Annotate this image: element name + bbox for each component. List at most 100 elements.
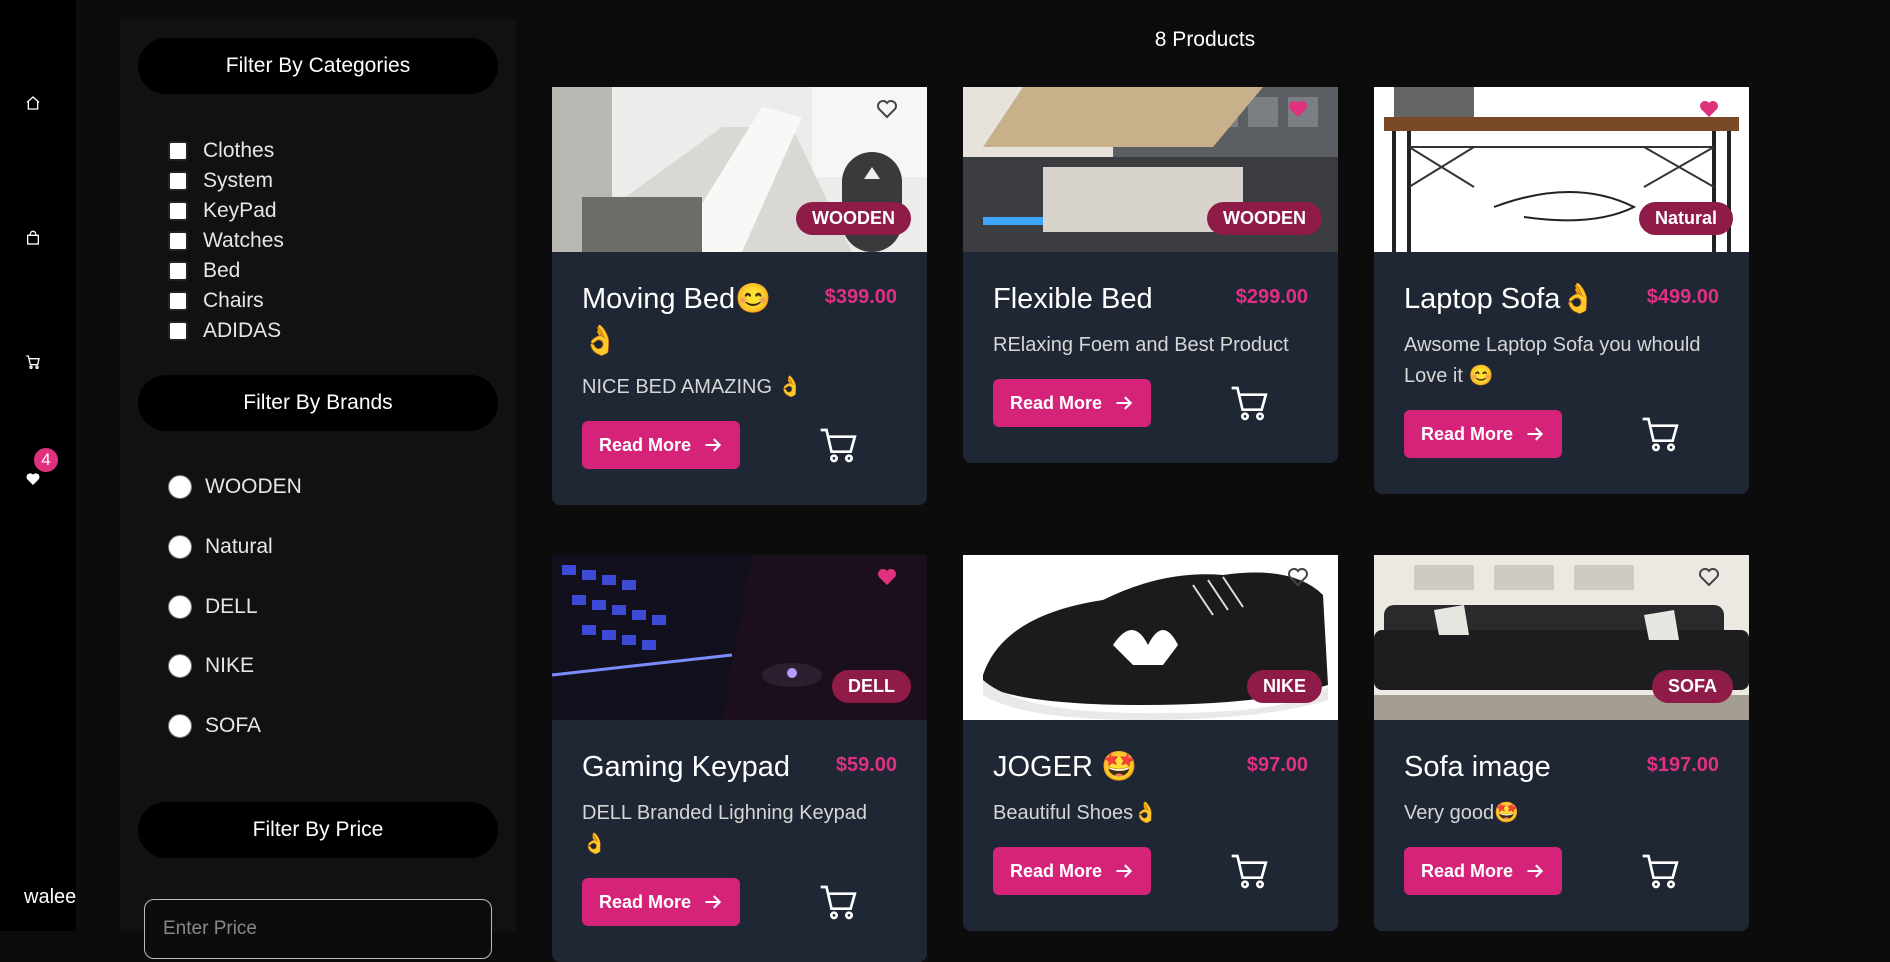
add-to-cart-icon[interactable]: [819, 425, 859, 465]
brand-radio-sofa[interactable]: SOFA: [168, 711, 261, 741]
category-label: System: [203, 169, 274, 192]
read-more-button[interactable]: Read More: [1404, 410, 1562, 458]
product-image[interactable]: NIKE: [963, 555, 1338, 720]
checkbox[interactable]: [168, 141, 188, 161]
product-card: WOODEN Flexible Bed $299.00 RElaxing Foe…: [963, 87, 1338, 463]
product-title: Moving Bed😊👌: [582, 283, 772, 357]
product-price: $197.00: [1646, 754, 1719, 776]
user-name[interactable]: waleed: [24, 886, 76, 909]
brand-label: SOFA: [205, 714, 262, 737]
category-checkbox-system[interactable]: System: [168, 166, 273, 196]
brand-tag: Natural: [1638, 202, 1733, 235]
product-image[interactable]: Natural: [1374, 87, 1749, 252]
brand-radio-natural[interactable]: Natural: [168, 532, 273, 562]
category-label: Bed: [203, 259, 241, 282]
cart-icon[interactable]: [22, 351, 44, 373]
product-title: Sofa image: [1404, 751, 1551, 783]
arrow-right-icon: [1116, 864, 1133, 878]
product-image[interactable]: WOODEN: [963, 87, 1338, 252]
read-more-button[interactable]: Read More: [582, 878, 740, 926]
category-label: Chairs: [203, 289, 264, 312]
read-more-button[interactable]: Read More: [1404, 847, 1562, 895]
category-checkbox-watches[interactable]: Watches: [168, 226, 284, 256]
arrow-right-icon: [1527, 427, 1544, 441]
checkbox[interactable]: [168, 321, 188, 341]
bag-icon[interactable]: [22, 227, 44, 249]
brand-radio-dell[interactable]: DELL: [168, 592, 258, 622]
category-checkbox-keypad[interactable]: KeyPad: [168, 196, 277, 226]
checkbox[interactable]: [168, 231, 188, 251]
checkbox[interactable]: [168, 291, 188, 311]
checkbox[interactable]: [168, 171, 188, 191]
checkbox[interactable]: [168, 261, 188, 281]
radio[interactable]: [168, 714, 192, 738]
brand-radio-nike[interactable]: NIKE: [168, 651, 254, 681]
filter-brands-title: Filter By Brands: [138, 375, 498, 431]
add-to-cart-icon[interactable]: [819, 882, 859, 922]
product-title: Flexible Bed: [993, 283, 1153, 315]
product-description: Beautiful Shoes👌: [993, 802, 1158, 824]
add-to-cart-icon[interactable]: [1641, 414, 1681, 454]
product-description: Awsome Laptop Sofa you whould Love it 😊: [1404, 334, 1701, 387]
add-to-cart-icon[interactable]: [1641, 851, 1681, 891]
filter-categories-title: Filter By Categories: [138, 38, 498, 94]
heart-icon[interactable]: [875, 97, 899, 121]
product-card: NIKE JOGER 🤩 $97.00 Beautiful Shoes👌 Rea…: [963, 555, 1338, 931]
category-label: Watches: [203, 229, 284, 252]
read-more-label: Read More: [598, 891, 692, 912]
side-rail: 4 waleed: [0, 0, 76, 931]
brand-label: DELL: [205, 595, 258, 618]
heart-icon[interactable]: [1697, 565, 1721, 589]
brand-label: Natural: [205, 535, 273, 558]
checkbox[interactable]: [168, 201, 188, 221]
arrow-right-icon: [1116, 396, 1133, 410]
product-price: $299.00: [1235, 286, 1308, 308]
heart-icon[interactable]: [1286, 565, 1310, 589]
arrow-right-icon: [1527, 864, 1544, 878]
product-price: $399.00: [824, 286, 897, 308]
product-title: JOGER 🤩: [993, 751, 1138, 783]
category-label: KeyPad: [203, 199, 277, 222]
product-price: $59.00: [835, 754, 897, 776]
filter-price-title: Filter By Price: [138, 802, 498, 858]
heart-icon[interactable]: [1286, 97, 1310, 121]
category-checkbox-bed[interactable]: Bed: [168, 256, 240, 286]
read-more-button[interactable]: Read More: [993, 847, 1151, 895]
read-more-label: Read More: [1420, 860, 1514, 881]
add-to-cart-icon[interactable]: [1230, 383, 1270, 423]
heart-icon[interactable]: [1697, 97, 1721, 121]
category-checkbox-adidas[interactable]: ADIDAS: [168, 316, 281, 346]
product-image[interactable]: WOODEN: [552, 87, 927, 252]
radio[interactable]: [168, 654, 192, 678]
read-more-label: Read More: [1009, 392, 1103, 413]
product-title: Laptop Sofa👌: [1404, 283, 1597, 315]
read-more-label: Read More: [598, 434, 692, 455]
brand-label: WOODEN: [205, 475, 302, 498]
product-image[interactable]: SOFA: [1374, 555, 1749, 720]
heart-icon[interactable]: [22, 468, 44, 490]
category-checkbox-chairs[interactable]: Chairs: [168, 286, 264, 316]
brand-radio-wooden[interactable]: WOODEN: [168, 472, 302, 502]
radio[interactable]: [168, 595, 192, 619]
brand-tag: WOODEN: [1207, 202, 1322, 235]
product-image[interactable]: DELL: [552, 555, 927, 720]
favorites-count-badge: 4: [34, 448, 58, 472]
read-more-button[interactable]: Read More: [993, 379, 1151, 427]
category-label: ADIDAS: [203, 319, 282, 342]
product-title: Gaming Keypad: [582, 751, 790, 783]
category-checkbox-clothes[interactable]: Clothes: [168, 136, 274, 166]
product-card: DELL Gaming Keypad $59.00 DELL Branded L…: [552, 555, 927, 962]
heart-icon[interactable]: [875, 565, 899, 589]
read-more-label: Read More: [1420, 423, 1514, 444]
read-more-label: Read More: [1009, 860, 1103, 881]
product-description: RElaxing Foem and Best Product: [993, 334, 1289, 356]
arrow-right-icon: [705, 895, 722, 909]
radio[interactable]: [168, 535, 192, 559]
read-more-button[interactable]: Read More: [582, 421, 740, 469]
brand-tag: SOFA: [1651, 670, 1733, 703]
add-to-cart-icon[interactable]: [1230, 851, 1270, 891]
product-card: WOODEN Moving Bed😊👌 $399.00 NICE BED AMA…: [552, 87, 927, 505]
price-input[interactable]: Enter Price: [144, 899, 492, 959]
home-icon[interactable]: [22, 92, 44, 114]
radio[interactable]: [168, 475, 192, 499]
